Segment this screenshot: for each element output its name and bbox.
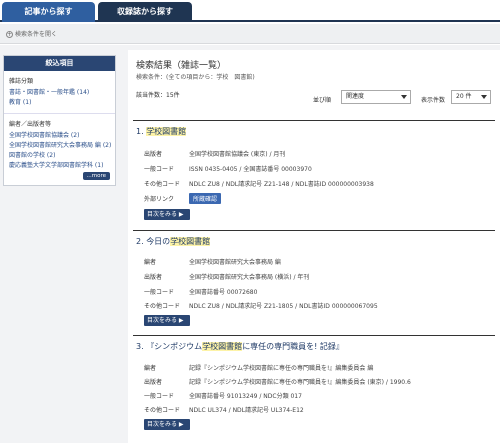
result-field-row: その他コード NDLC ZU8 / NDL請求記号 Z21-148 / NDL書誌… [144,179,484,188]
view-contents-button[interactable]: 目次をみる ▶ [144,315,190,326]
field-label: 編者 [144,365,157,372]
result-item-title[interactable]: 1. 学校図書館 [136,126,187,137]
result-divider [133,230,495,231]
more-button[interactable]: ...more [82,172,110,180]
field-label: 一般コード [144,393,175,400]
filter-item[interactable]: 全国学校図書館研究大会事務局 編 (2) [9,141,111,151]
per-page-select[interactable]: 20 件 [451,90,491,104]
result-number: 3. [136,342,144,351]
result-item-title[interactable]: 2. 今日の学校図書館 [136,236,211,247]
result-field-row: 外部リンク 所蔵確認 [144,193,484,204]
result-title-highlight: 学校図書館 [170,237,211,246]
result-title-highlight: 学校図書館 [202,342,243,351]
tab-magazine-search[interactable]: 収録誌から探す [98,2,192,22]
result-item-title[interactable]: 3. 『シンポジウム学校図書館に専任の専門職員を! 記録』 [136,341,344,352]
result-divider [133,120,495,121]
per-page-select-value: 20 件 [456,93,472,100]
open-search-conditions-link[interactable]: + 検索条件を開く [6,29,57,38]
field-value: 記録『シンポジウム学校図書館に専任の専門職員を!』編集委員会 (東京) / 19… [189,379,411,386]
field-value: 全国学校図書館協議会 (東京) / 月刊 [189,151,286,158]
field-label: その他コード [144,303,181,310]
filter-sidebar: 絞込項目 雑誌分類 書誌・図書館・一般年鑑 (14) 教育 (1) 編者／出版者… [3,55,116,186]
field-label: 外部リンク [144,196,175,203]
filter-item[interactable]: 教育 (1) [9,98,110,108]
tab-article-search[interactable]: 記事から探す [2,2,95,22]
filter-item[interactable]: 慶応義塾大学文学部図書館学科 (1) [9,161,110,171]
result-number: 2. [136,237,144,246]
field-value: 全国学校図書館研究大会事務局 (横浜) / 年刊 [189,274,310,281]
chevron-down-icon [401,95,407,99]
filter-sidebar-title: 絞込項目 [4,56,115,71]
field-label: 一般コード [144,289,175,296]
chevron-down-icon [481,95,487,99]
result-field-row: 一般コード ISSN 0435-0405 / 全国書誌番号 00003970 [144,164,484,173]
field-label: その他コード [144,181,181,188]
filter-item[interactable]: 図書館の学校 (2) [9,151,110,161]
holdings-check-button[interactable]: 所蔵確認 [189,193,222,204]
filter-item[interactable]: 書誌・図書館・一般年鑑 (14) [9,88,110,98]
field-value: 全国書誌番号 00072680 [189,289,258,296]
result-field-row: 編者 記録『シンポジウム学校図書館に専任の専門職員を!』編集委員会 編 [144,363,484,372]
field-value: ISSN 0435-0405 / 全国書誌番号 00003970 [189,166,312,173]
result-field-row: 編者 全国学校図書館研究大会事務局 編 [144,257,484,266]
field-label: 出版者 [144,274,163,281]
field-value: 記録『シンポジウム学校図書館に専任の専門職員を!』編集委員会 編 [189,365,374,372]
result-field-row: 出版者 全国学校図書館研究大会事務局 (横浜) / 年刊 [144,272,484,281]
result-field-row: その他コード NDLC UL374 / NDL請求記号 UL374-E12 [144,405,484,414]
sort-label: 並び順 [313,97,332,104]
field-value: 全国書誌番号 91013249 / NDC分類 017 [189,393,302,400]
search-tabs: 記事から探す 収録誌から探す [0,0,500,22]
view-contents-button[interactable]: 目次をみる ▶ [144,209,190,220]
filter-classification: 雑誌分類 書誌・図書館・一般年鑑 (14) 教育 (1) [4,71,115,113]
field-label: その他コード [144,407,181,414]
result-field-row: 一般コード 全国書誌番号 00072680 [144,287,484,296]
result-field-row: 一般コード 全国書誌番号 91013249 / NDC分類 017 [144,391,484,400]
result-title-text: に専任の専門職員を! 記録』 [242,342,344,351]
field-label: 出版者 [144,151,163,158]
field-label: 編者 [144,259,157,266]
result-count: 該当件数：15件 [136,92,180,99]
result-title-highlight: 学校図書館 [146,127,187,136]
result-field-row: 出版者 記録『シンポジウム学校図書館に専任の専門職員を!』編集委員会 (東京) /… [144,377,484,386]
result-number: 1. [136,127,144,136]
result-title-text: 『シンポジウム [146,342,203,351]
page-title: 検索結果（雑誌一覧） [136,61,227,71]
search-condition-text: 検索条件：(全ての項目から：学校 図書館) [136,74,255,81]
results-panel: 検索結果（雑誌一覧） 検索条件：(全ての項目から：学校 図書館) 該当件数：15… [128,50,500,443]
result-divider [133,335,495,336]
field-value: NDLC UL374 / NDL請求記号 UL374-E12 [189,407,304,414]
result-title-text: 今日の [146,237,171,246]
view-contents-button[interactable]: 目次をみる ▶ [144,419,190,430]
field-value: NDLC ZU8 / NDL請求記号 Z21-1805 / NDL書誌ID 00… [189,303,378,310]
sort-select[interactable]: 関連度 [341,90,411,104]
filter-item[interactable]: 全国学校図書館協議会 (2) [9,131,110,141]
sort-select-value: 関連度 [346,93,365,100]
search-options-bar: + 検索条件を開く [0,24,500,44]
filter-publisher: 編者／出版者等 全国学校図書館協議会 (2) 全国学校図書館研究大会事務局 編 … [4,113,115,185]
field-label: 出版者 [144,379,163,386]
filter-classification-heading: 雑誌分類 [9,78,34,85]
field-label: 一般コード [144,166,175,173]
per-page-label: 表示件数 [421,97,446,104]
plus-circle-icon: + [6,31,13,38]
open-search-conditions-label: 検索条件を開く [15,31,58,38]
field-value: 全国学校図書館研究大会事務局 編 [189,259,281,266]
result-field-row: 出版者 全国学校図書館協議会 (東京) / 月刊 [144,149,484,158]
field-value: NDLC ZU8 / NDL請求記号 Z21-148 / NDL書誌ID 000… [189,181,374,188]
filter-publisher-heading: 編者／出版者等 [9,121,52,128]
result-field-row: その他コード NDLC ZU8 / NDL請求記号 Z21-1805 / NDL書… [144,301,484,310]
